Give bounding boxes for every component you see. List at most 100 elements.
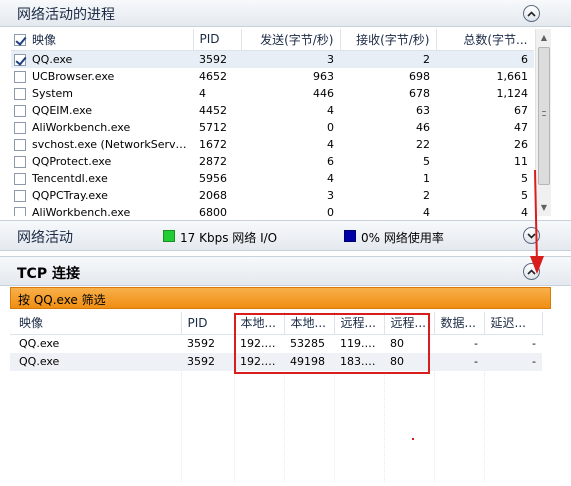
process-name: System [32, 86, 74, 100]
process-cell-send: 6 [327, 154, 334, 168]
column-header-send[interactable]: 发送(字节/秒) [241, 29, 341, 50]
tcp-cell-latency: - [532, 355, 536, 368]
process-checkbox[interactable] [14, 121, 26, 134]
process-cell-image: QQEIM.exe [11, 102, 193, 119]
process-cell-total: 5 [521, 171, 528, 185]
process-row[interactable]: AliWorkbench.exe 5712 0 46 47 [11, 119, 534, 136]
process-cell-pid: 3592 [199, 52, 227, 66]
tcp-column-latency[interactable]: 延迟... [484, 312, 543, 334]
process-cell-recv: 2 [423, 52, 430, 66]
column-header-receive[interactable]: 接收(字节/秒) [340, 29, 437, 50]
process-checkbox[interactable] [14, 87, 26, 100]
process-cell-total: 47 [514, 120, 528, 134]
tcp-column-image[interactable]: 映像 [10, 312, 182, 334]
process-cell-send: 4 [327, 171, 334, 185]
process-cell-recv: 1 [423, 171, 430, 185]
process-cell-total: 1,661 [496, 69, 529, 83]
tcp-cell-latency: - [532, 337, 536, 350]
process-name: QQPCTray.exe [32, 188, 108, 202]
process-cell-image: svchost.exe (NetworkService) [11, 136, 193, 153]
scroll-up-arrow[interactable]: ▲ [536, 29, 552, 46]
process-row[interactable]: QQEIM.exe 4452 4 63 67 [11, 102, 534, 119]
process-cell-image: QQPCTray.exe [11, 187, 193, 204]
tcp-section-header[interactable]: TCP 连接 [0, 256, 571, 286]
process-cell-total: 26 [514, 137, 528, 151]
process-cell-total: 11 [514, 154, 528, 168]
process-row[interactable]: QQPCTray.exe 2068 3 2 5 [11, 187, 534, 204]
process-row[interactable]: QQProtect.exe 2872 6 5 11 [11, 153, 534, 170]
process-name: AliWorkbench.exe [32, 120, 131, 134]
process-cell-pid: 5712 [199, 120, 227, 134]
processes-section-title: 网络活动的进程 [17, 7, 115, 23]
tcp-column-pid[interactable]: PID [181, 312, 235, 334]
network-io-swatch [163, 230, 175, 242]
process-cell-pid: 1672 [199, 137, 227, 151]
process-cell-send: 3 [327, 188, 334, 202]
process-cell-recv: 678 [409, 86, 430, 100]
process-checkbox[interactable] [14, 70, 26, 83]
process-cell-image: AliWorkbench.exe [11, 119, 193, 136]
process-cell-total: 5 [521, 188, 528, 202]
tcp-column-packet-loss[interactable]: 数据... [434, 312, 485, 334]
scrollbar-thumb[interactable] [538, 47, 550, 185]
column-header-pid[interactable]: PID [193, 29, 242, 50]
process-cell-total: 6 [521, 52, 528, 66]
tcp-grid-guides [10, 372, 542, 482]
process-name: QQ.exe [32, 52, 73, 66]
column-header-image[interactable]: 映像 [11, 29, 194, 50]
process-row[interactable]: UCBrowser.exe 4652 963 698 1,661 [11, 68, 534, 85]
tcp-filter-label: 按 QQ.exe 筛选 [18, 293, 106, 307]
process-cell-recv: 698 [409, 69, 430, 83]
process-cell-send: 3 [327, 52, 334, 66]
processes-section-header[interactable]: 网络活动的进程 [0, 0, 571, 27]
process-cell-total: 1,124 [496, 86, 529, 100]
process-checkbox[interactable] [14, 53, 26, 66]
process-row[interactable]: AliWorkbench.exe 6800 0 4 4 [11, 204, 534, 217]
chevron-up-icon [527, 10, 536, 17]
process-cell-image: QQProtect.exe [11, 153, 193, 170]
process-checkbox[interactable] [14, 155, 26, 168]
tcp-cell-name: QQ.exe [19, 355, 60, 368]
process-cell-pid: 2872 [199, 154, 227, 168]
collapse-processes-button[interactable] [523, 5, 540, 22]
process-cell-pid: 4652 [199, 69, 227, 83]
process-name: QQEIM.exe [32, 103, 93, 117]
process-row[interactable]: svchost.exe (NetworkService) 1672 4 22 26 [11, 136, 534, 153]
tcp-cell-data: - [474, 337, 478, 350]
process-checkbox[interactable] [14, 206, 26, 216]
process-grid-header: 映像 PID 发送(字节/秒) 接收(字节/秒) 总数(字节... [11, 29, 534, 51]
network-usage-label: 0% 网络使用率 [361, 231, 444, 245]
process-cell-recv: 46 [416, 120, 430, 134]
network-usage-swatch [344, 230, 356, 242]
process-checkbox[interactable] [14, 104, 26, 117]
process-cell-recv: 22 [416, 137, 430, 151]
process-grid: 映像 PID 发送(字节/秒) 接收(字节/秒) 总数(字节... QQ.exe… [11, 29, 534, 216]
process-name: Tencentdl.exe [32, 171, 108, 185]
select-all-checkbox[interactable] [14, 34, 26, 47]
process-row[interactable]: QQ.exe 3592 3 2 6 [11, 50, 534, 68]
process-cell-total: 4 [521, 205, 528, 217]
process-name: QQProtect.exe [32, 154, 112, 168]
process-cell-image: UCBrowser.exe [11, 68, 193, 85]
network-section-header[interactable]: 网络活动 17 Kbps 网络 I/O 0% 网络使用率 [0, 220, 571, 251]
process-cell-send: 4 [327, 103, 334, 117]
process-name: AliWorkbench.exe [32, 205, 131, 217]
process-cell-image: AliWorkbench.exe [11, 204, 193, 217]
process-cell-pid: 2068 [199, 188, 227, 202]
process-checkbox[interactable] [14, 189, 26, 202]
process-cell-send: 963 [313, 69, 334, 83]
tcp-cell-pid: 3592 [187, 337, 215, 350]
stray-mark [412, 438, 414, 440]
tcp-filter-bar: 按 QQ.exe 筛选 [10, 287, 551, 309]
tcp-cell-pid: 3592 [187, 355, 215, 368]
column-header-total[interactable]: 总数(字节... [436, 29, 534, 50]
process-cell-recv: 2 [423, 188, 430, 202]
annotation-arrow-icon [530, 169, 544, 274]
process-cell-pid: 4452 [199, 103, 227, 117]
tcp-cell-data: - [474, 355, 478, 368]
process-checkbox[interactable] [14, 138, 26, 151]
process-row[interactable]: System 4 446 678 1,124 [11, 85, 534, 102]
process-row[interactable]: Tencentdl.exe 5956 4 1 5 [11, 170, 534, 187]
highlight-rectangle [234, 313, 430, 374]
process-checkbox[interactable] [14, 172, 26, 185]
